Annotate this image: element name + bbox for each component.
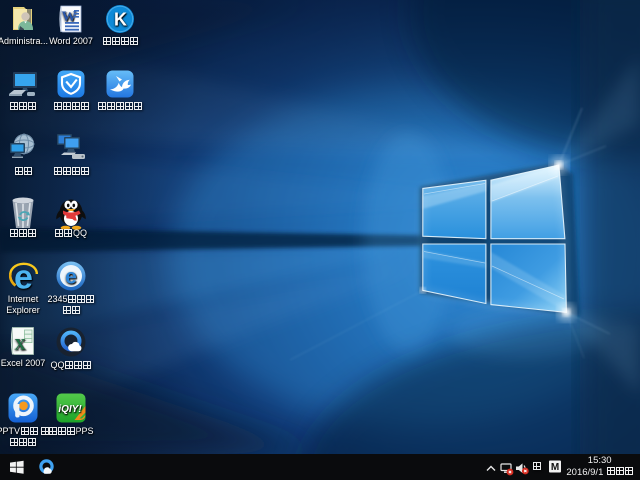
svg-text:X: X: [14, 337, 26, 354]
svg-text:K: K: [114, 10, 127, 30]
svg-text:e: e: [65, 266, 77, 289]
svg-text:M: M: [551, 462, 559, 473]
svg-text:iQIY!: iQIY!: [58, 404, 82, 415]
